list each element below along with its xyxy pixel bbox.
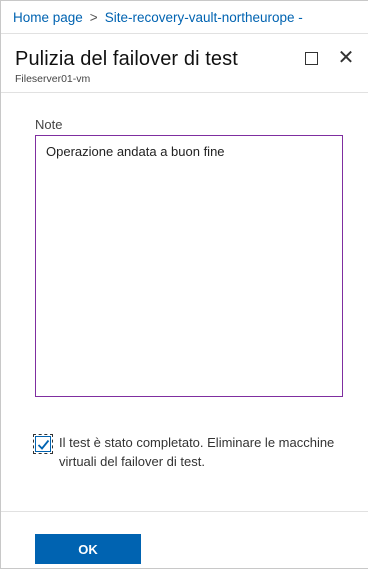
- breadcrumb: Home page > Site-recovery-vault-northeur…: [1, 1, 368, 34]
- close-icon: ✕: [337, 47, 355, 69]
- page-subtitle: Fileserver01-vm: [15, 73, 91, 85]
- close-button[interactable]: ✕: [336, 48, 356, 68]
- maximize-icon: [304, 51, 318, 65]
- breadcrumb-separator: >: [89, 9, 98, 25]
- footer-divider: [1, 511, 368, 512]
- blade-panel: Home page > Site-recovery-vault-northeur…: [0, 0, 368, 569]
- note-textarea[interactable]: Operazione andata a buon fine: [35, 135, 343, 397]
- delete-vms-checkbox-row: Il test è stato completato. Eliminare le…: [33, 433, 349, 471]
- delete-vms-checkbox[interactable]: [33, 434, 53, 454]
- checkmark-icon: [37, 439, 49, 450]
- delete-vms-checkbox-label: Il test è stato completato. Eliminare le…: [59, 435, 335, 469]
- maximize-button[interactable]: [301, 48, 321, 68]
- breadcrumb-vault-link[interactable]: Site-recovery-vault-northeurope -: [105, 10, 303, 25]
- ok-button[interactable]: OK: [35, 534, 141, 564]
- note-label: Note: [35, 117, 63, 132]
- blade-header: Pulizia del failover di test Fileserver0…: [1, 34, 368, 93]
- breadcrumb-home-link[interactable]: Home page: [13, 10, 83, 25]
